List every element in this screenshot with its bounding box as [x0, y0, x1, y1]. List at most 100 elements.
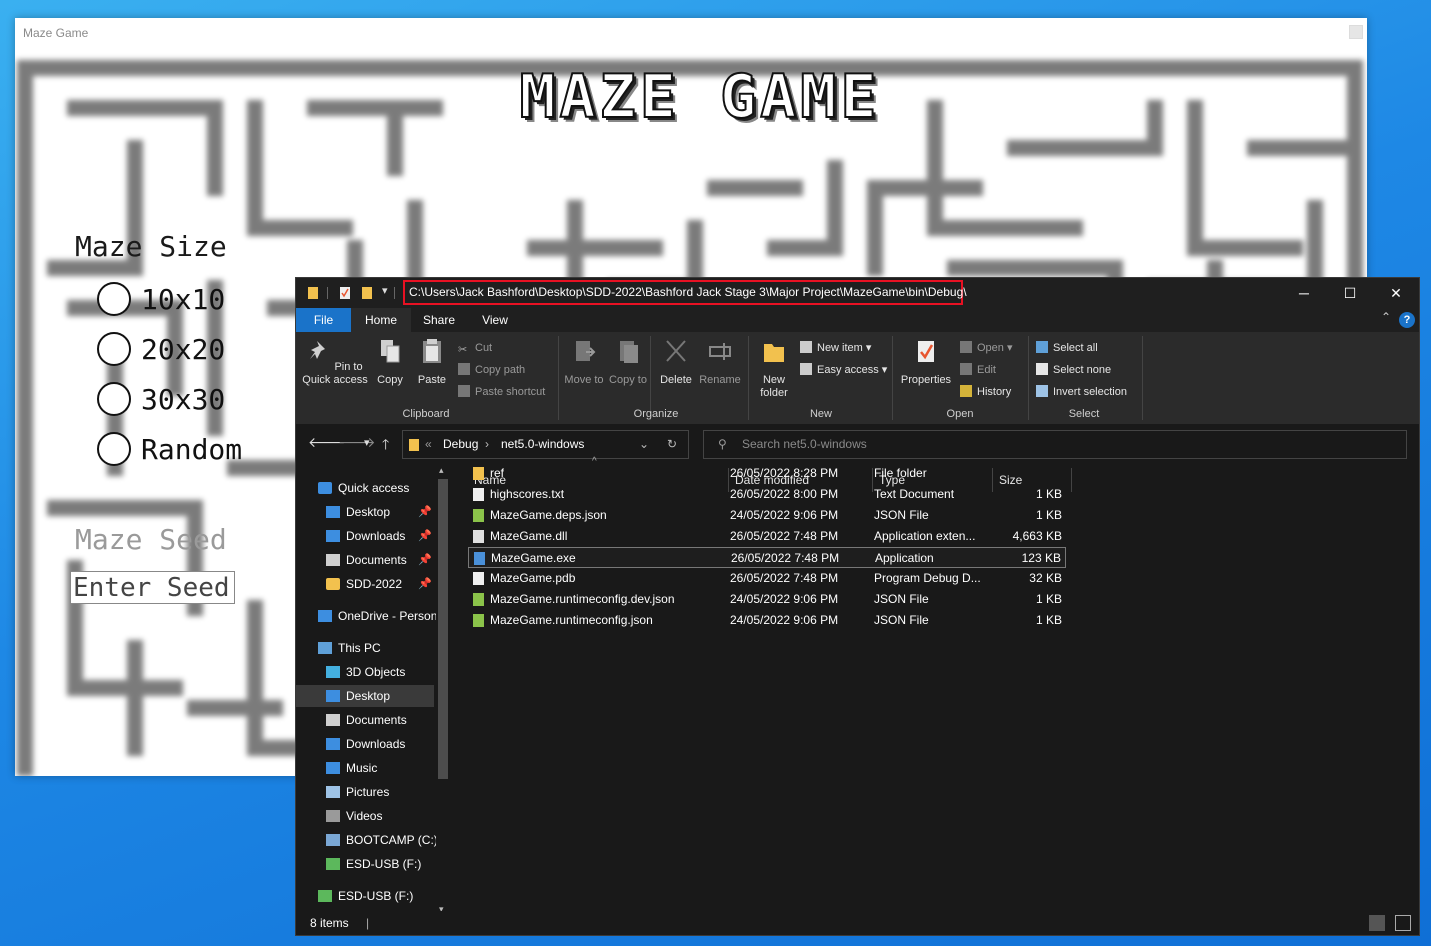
file-row[interactable]: ref 26/05/2022 8:28 PM File folder — [468, 463, 1066, 484]
sidebar-item[interactable]: 3D Objects — [296, 661, 434, 683]
delete-button[interactable]: Delete — [656, 338, 696, 387]
file-row[interactable]: MazeGame.runtimeconfig.dev.json 24/05/202… — [468, 589, 1066, 610]
sidebar-item[interactable]: Pictures — [296, 781, 434, 803]
copy-button[interactable]: Copy — [372, 338, 408, 387]
open-button[interactable]: Open ▾ — [960, 340, 1013, 356]
sidebar-item[interactable]: ESD-USB (F:) — [296, 853, 434, 875]
move-to-button[interactable]: Move to — [564, 338, 604, 387]
up-arrow-icon[interactable]: 🡑 — [382, 434, 389, 458]
chevron-down-icon[interactable]: ▾ — [382, 284, 388, 297]
details-view-icon[interactable] — [1369, 915, 1385, 931]
chevron-down-icon[interactable]: ⌄ — [639, 431, 649, 458]
recent-locations-icon[interactable]: ▾ — [364, 436, 370, 449]
folder-icon — [473, 467, 484, 480]
button-label: New item — [817, 342, 863, 354]
file-row[interactable]: MazeGame.deps.json 24/05/2022 9:06 PM JSON… — [468, 505, 1066, 526]
radio-button[interactable] — [97, 432, 131, 466]
file-row[interactable]: highscores.txt 26/05/2022 8:00 PM Text Doc… — [468, 484, 1066, 505]
radio-option-10x10[interactable]: 10x10 — [97, 282, 225, 316]
sidebar-item[interactable]: Documents 📌 — [296, 549, 434, 571]
file-row[interactable]: MazeGame.dll 26/05/2022 7:48 PM Applicatio… — [468, 526, 1066, 547]
tab-share[interactable]: Share — [411, 308, 467, 332]
history-button[interactable]: History — [960, 384, 1011, 400]
breadcrumb-net5[interactable]: net5.0-windows — [501, 431, 584, 458]
radio-button[interactable] — [97, 282, 131, 316]
new-folder-button[interactable]: New folder — [754, 338, 794, 400]
tab-home[interactable]: Home — [351, 308, 411, 332]
sidebar-item[interactable]: OneDrive - Person — [296, 605, 436, 627]
new-item-button[interactable]: New item ▾ — [800, 340, 871, 356]
status-bar: 8 items | — [296, 911, 1419, 935]
paste-shortcut-button[interactable]: Paste shortcut — [458, 384, 545, 400]
navigation-scrollbar[interactable]: ▴ ▾ — [436, 465, 450, 914]
minimize-button[interactable]: ─ — [1281, 278, 1327, 308]
properties-icon[interactable] — [340, 286, 350, 299]
properties-button[interactable]: Properties — [898, 338, 954, 387]
radio-option-30x30[interactable]: 30x30 — [97, 382, 225, 416]
sidebar-item[interactable]: BOOTCAMP (C:) — [296, 829, 436, 851]
refresh-icon[interactable]: ↻ — [667, 431, 677, 458]
sidebar-item[interactable]: Downloads — [296, 733, 434, 755]
scroll-up-icon[interactable]: ▴ — [439, 465, 444, 476]
cut-button[interactable]: ✂ Cut — [458, 340, 492, 356]
file-explorer-window: ▾ C:\Users\Jack Bashford\Desktop\SDD-202… — [295, 277, 1420, 936]
invert-selection-button[interactable]: Invert selection — [1036, 384, 1127, 400]
easy-access-button[interactable]: Easy access ▾ — [800, 362, 887, 378]
chevron-up-icon[interactable]: ⌃ — [1381, 310, 1391, 324]
music-icon — [326, 762, 340, 774]
select-all-button[interactable]: Select all — [1036, 340, 1098, 356]
radio-option-20x20[interactable]: 20x20 — [97, 332, 225, 366]
sidebar-item[interactable]: Downloads 📌 — [296, 525, 434, 547]
breadcrumb-debug[interactable]: Debug — [443, 431, 478, 458]
copy-icon — [381, 340, 400, 363]
sidebar-item[interactable]: ESD-USB (F:) — [296, 885, 434, 907]
folder-icon — [326, 578, 340, 590]
select-none-button[interactable]: Select none — [1036, 362, 1111, 378]
file-name: highscores.txt — [490, 487, 565, 501]
paste-button[interactable]: Paste — [412, 338, 452, 387]
close-icon[interactable] — [1349, 25, 1363, 39]
sidebar-item[interactable]: Music — [296, 757, 434, 779]
file-row[interactable]: MazeGame.exe 26/05/2022 7:48 PM Applicatio… — [468, 547, 1066, 568]
sidebar-item[interactable]: Desktop — [296, 685, 434, 707]
seed-input[interactable] — [70, 571, 235, 604]
breadcrumb-overflow-icon[interactable]: « — [425, 431, 432, 458]
help-button[interactable]: ? — [1399, 312, 1415, 328]
sidebar-item[interactable]: This PC — [296, 637, 434, 659]
tab-file[interactable]: File — [296, 308, 351, 332]
search-input[interactable]: ⚲ Search net5.0-windows — [703, 430, 1407, 459]
copy-path-button[interactable]: Copy path — [458, 362, 525, 378]
sidebar-item[interactable]: SDD-2022 📌 — [296, 573, 434, 595]
maximize-button[interactable]: ☐ — [1327, 278, 1373, 308]
button-label: Delete — [660, 374, 692, 386]
copy-to-button[interactable]: Copy to — [608, 338, 648, 387]
close-button[interactable]: ✕ — [1373, 278, 1419, 308]
column-divider[interactable] — [1071, 468, 1072, 492]
edit-button[interactable]: Edit — [960, 362, 996, 378]
select-none-icon — [1036, 363, 1048, 375]
file-row[interactable]: MazeGame.pdb 26/05/2022 7:48 PM Program De… — [468, 568, 1066, 589]
maze-window-title: Maze Game — [23, 26, 89, 40]
sidebar-item[interactable]: Videos — [296, 805, 434, 827]
group-label-open: Open — [946, 408, 974, 420]
item-count: 8 items — [310, 916, 349, 930]
rename-button[interactable]: Rename — [698, 338, 742, 387]
sidebar-item[interactable]: Documents — [296, 709, 434, 731]
file-name: MazeGame.runtimeconfig.dev.json — [490, 592, 675, 606]
new-folder-icon[interactable] — [362, 286, 372, 299]
sidebar-item[interactable]: Desktop 📌 — [296, 501, 434, 523]
pictures-icon — [326, 786, 340, 798]
radio-label: 30x30 — [141, 382, 226, 416]
sidebar-item[interactable]: Quick access — [296, 477, 434, 499]
tab-view[interactable]: View — [467, 308, 523, 332]
radio-button[interactable] — [97, 332, 131, 366]
file-row[interactable]: MazeGame.runtimeconfig.json 24/05/2022 9:… — [468, 610, 1066, 631]
radio-option-random[interactable]: Random — [97, 432, 242, 466]
file-date: 24/05/2022 9:06 PM — [730, 508, 839, 522]
radio-button[interactable] — [97, 382, 131, 416]
pin-to-quick-access-button[interactable]: Pin to Quick access — [302, 338, 368, 387]
scrollbar-thumb[interactable] — [438, 479, 448, 779]
address-bar[interactable]: « Debug › net5.0-windows ⌄ ↻ — [402, 430, 689, 459]
large-icons-view-icon[interactable] — [1395, 915, 1411, 931]
copy-path-icon — [458, 363, 470, 375]
